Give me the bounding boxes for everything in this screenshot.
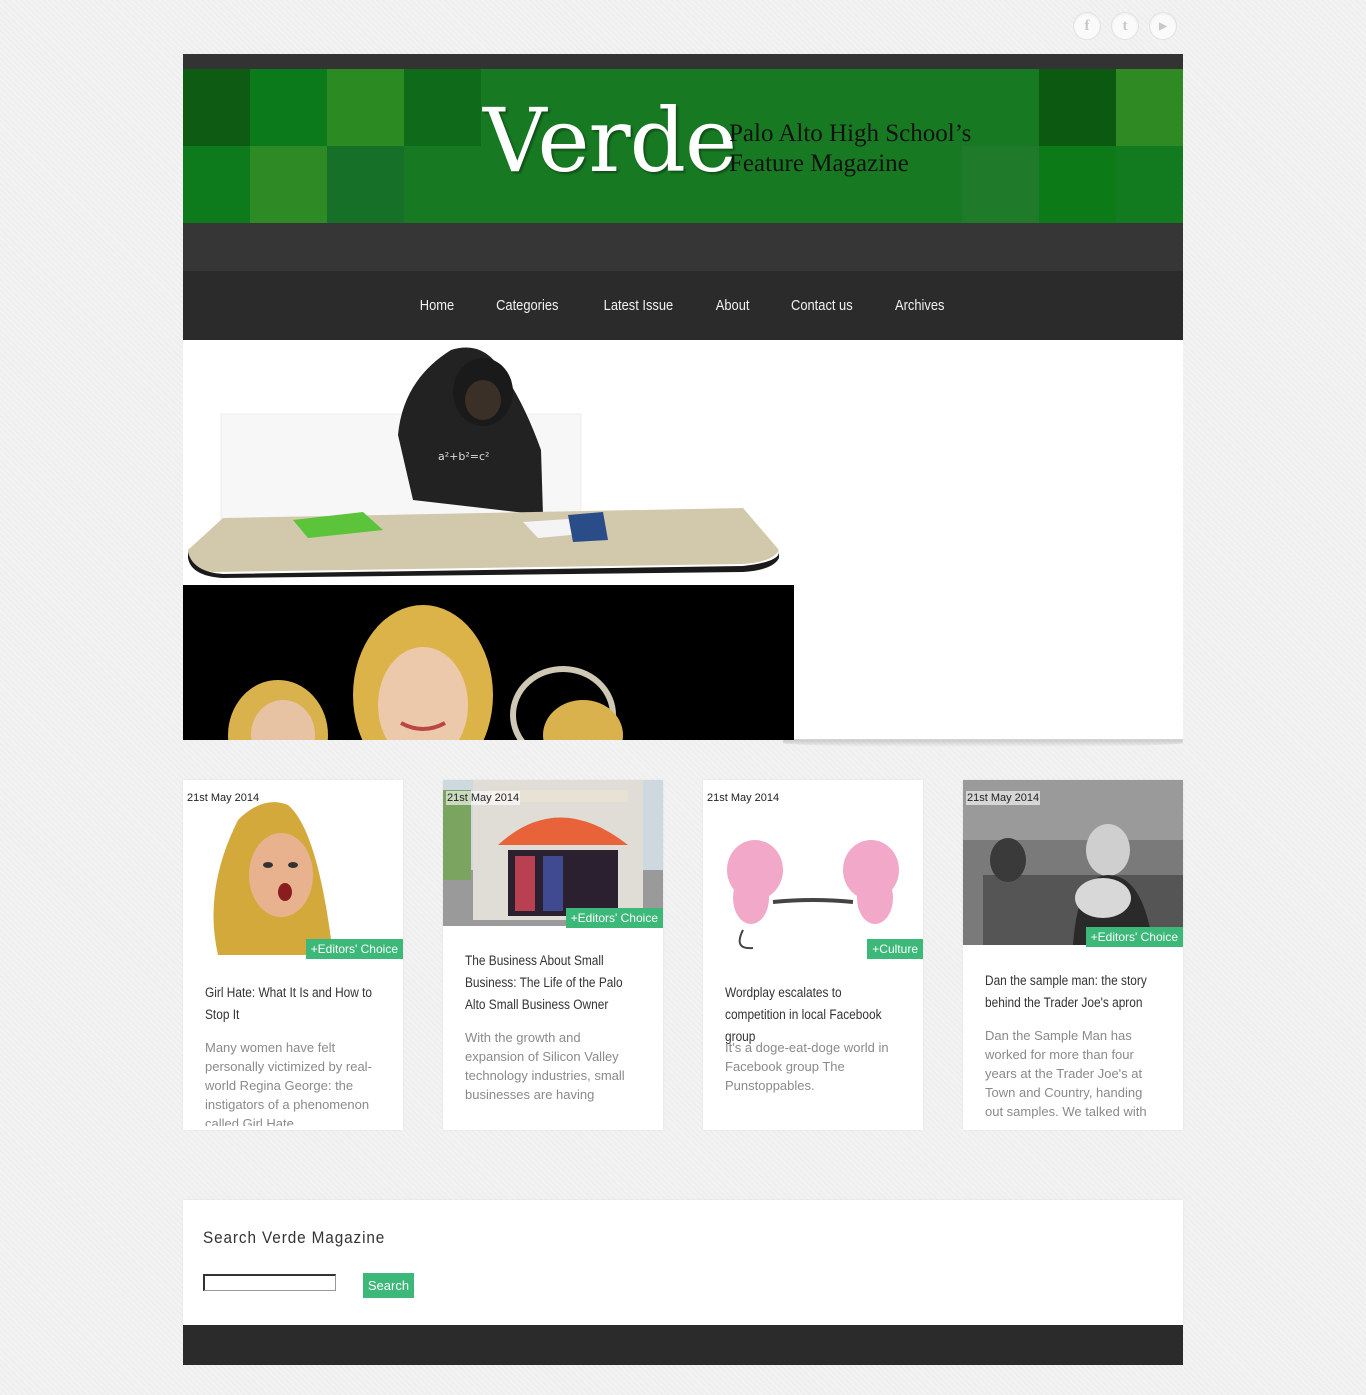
search-heading: Search Verde Magazine (203, 1228, 386, 1247)
post-card[interactable]: 21st May 2014 +Culture Wordplay escalate… (703, 780, 923, 1130)
post-date: 21st May 2014 (446, 791, 521, 805)
banner-tile (1116, 69, 1183, 146)
youtube-icon[interactable]: ▶ (1149, 12, 1177, 40)
site-logo[interactable]: Verde (483, 97, 737, 185)
nav-home[interactable]: Home (405, 297, 469, 314)
banner-tile (1039, 146, 1116, 223)
post-thumbnail[interactable] (183, 780, 403, 960)
category-tag[interactable]: +Culture (867, 939, 923, 959)
footer (183, 1325, 1183, 1365)
category-tag[interactable]: +Editors' Choice (565, 908, 663, 928)
banner-tile (183, 69, 260, 146)
banner-tile (250, 69, 327, 146)
post-date: 21st May 2014 (186, 791, 261, 805)
category-tag[interactable]: +Editors' Choice (1085, 927, 1183, 947)
post-thumbnail[interactable] (703, 780, 923, 960)
post-title[interactable]: The Business About Small Business: The L… (465, 950, 645, 1016)
nav-about[interactable]: About (701, 297, 764, 314)
post-card[interactable]: 21st May 2014 +Editors' Choice Girl Hate… (183, 780, 403, 1130)
nav-archives[interactable]: Archives (881, 297, 960, 314)
header-banner[interactable]: Verde Palo Alto High School’s Feature Ma… (183, 69, 1183, 223)
nav-contact-us[interactable]: Contact us (776, 297, 867, 314)
banner-tile (404, 69, 481, 146)
banner-tile (327, 69, 404, 146)
page-wrapper: Verde Palo Alto High School’s Feature Ma… (183, 54, 1183, 747)
banner-tile (1039, 69, 1116, 146)
featured-slider[interactable]: a²+b²=c² (183, 340, 1183, 747)
main-navigation: Home Categories Latest Issue About Conta… (183, 271, 1183, 340)
header-dark-band (183, 223, 1183, 271)
twitter-icon[interactable]: t (1111, 12, 1139, 40)
slide-image-girls-illustration[interactable] (183, 585, 794, 740)
facebook-icon[interactable]: f (1073, 12, 1101, 40)
post-card[interactable]: 21st May 2014 +Editors' Choice Dan the s… (963, 780, 1183, 1130)
post-excerpt: It's a doge-eat-doge world in Facebook g… (725, 1040, 889, 1093)
nav-latest-issue[interactable]: Latest Issue (589, 297, 688, 314)
nav-categories[interactable]: Categories (482, 297, 574, 314)
post-date: 21st May 2014 (966, 791, 1041, 805)
post-excerpt: Many women have felt personally victimiz… (205, 1040, 372, 1126)
site-tagline: Palo Alto High School’s Feature Magazine (729, 119, 971, 179)
search-button[interactable]: Search (363, 1273, 414, 1298)
post-cards: 21st May 2014 +Editors' Choice Girl Hate… (183, 780, 1183, 1130)
banner-tile (1116, 146, 1183, 223)
search-widget: Search Verde Magazine Search (183, 1200, 1183, 1325)
post-title[interactable]: Girl Hate: What It Is and How to Stop It (205, 982, 385, 1026)
tagline-line-2: Feature Magazine (729, 150, 909, 177)
tagline-line-1: Palo Alto High School’s (729, 120, 972, 147)
banner-tile (327, 146, 404, 223)
post-excerpt: Dan the Sample Man has worked for more t… (985, 1028, 1147, 1119)
post-card[interactable]: 21st May 2014 +Editors' Choice The Busin… (443, 780, 663, 1130)
banner-tile (250, 146, 327, 223)
banner-tile (183, 146, 260, 223)
post-excerpt: With the growth and expansion of Silicon… (465, 1030, 625, 1102)
slide-image-student-desk[interactable]: a²+b²=c² (183, 340, 794, 585)
post-date: 21st May 2014 (706, 791, 781, 805)
social-links: f t ▶ (1073, 12, 1177, 40)
svg-text:a²+b²=c²: a²+b²=c² (438, 450, 489, 463)
top-bar (183, 54, 1183, 69)
banner-tile (962, 146, 1039, 223)
category-tag[interactable]: +Editors' Choice (305, 939, 403, 959)
post-title[interactable]: Dan the sample man: the story behind the… (985, 970, 1165, 1014)
slider-shadow (783, 739, 1183, 747)
search-input[interactable] (203, 1274, 336, 1291)
